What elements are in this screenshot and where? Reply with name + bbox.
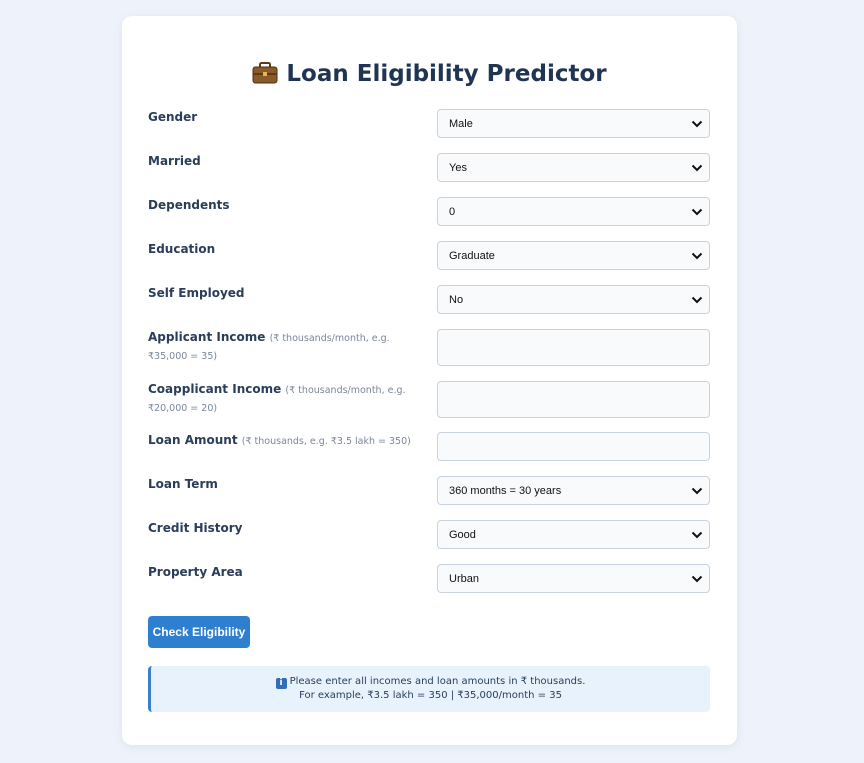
coapplicant-income-input[interactable]: [437, 381, 710, 418]
loan-term-value: 360 months = 30 years: [449, 485, 562, 497]
gender-select[interactable]: Male: [437, 109, 710, 138]
education-value: Graduate: [449, 250, 495, 262]
check-eligibility-button[interactable]: Check Eligibility: [148, 616, 250, 648]
dependents-label: Dependents: [148, 198, 230, 212]
self-employed-value: No: [449, 294, 464, 306]
page-title-text: Loan Eligibility Predictor: [286, 61, 607, 87]
info-line-2: For example, ₹3.5 lakh = 350 | ₹35,000/m…: [299, 690, 562, 701]
info-line-1-text: Please enter all incomes and loan amount…: [289, 676, 586, 687]
briefcase-icon: [252, 62, 278, 84]
credit-history-label: Credit History: [148, 521, 243, 535]
dependents-value: 0: [449, 206, 456, 218]
self-employed-label: Self Employed: [148, 286, 245, 300]
loan-term-label: Loan Term: [148, 477, 218, 491]
chevron-down-icon: [691, 575, 703, 583]
education-label: Education: [148, 242, 216, 256]
page-title: Loan Eligibility Predictor: [122, 59, 737, 89]
info-line-1: i Please enter all incomes and loan amoun…: [151, 675, 710, 689]
education-select[interactable]: Graduate: [437, 241, 710, 270]
chevron-down-icon: [691, 296, 703, 304]
property-area-select[interactable]: Urban: [437, 564, 710, 593]
applicant-income-label: Applicant Income (₹ thousands/month, e.g…: [148, 329, 426, 365]
chevron-down-icon: [691, 208, 703, 216]
credit-history-value: Good: [449, 529, 476, 541]
loan-amount-hint: (₹ thousands, e.g. ₹3.5 lakh = 350): [241, 436, 411, 447]
dependents-select[interactable]: 0: [437, 197, 710, 226]
married-label: Married: [148, 154, 201, 168]
property-area-label: Property Area: [148, 565, 243, 579]
applicant-income-label-text: Applicant Income: [148, 330, 266, 344]
chevron-down-icon: [691, 487, 703, 495]
married-select[interactable]: Yes: [437, 153, 710, 182]
chevron-down-icon: [691, 164, 703, 172]
form-card: Loan Eligibility Predictor Gender Male M…: [122, 16, 737, 745]
loan-amount-label: Loan Amount (₹ thousands, e.g. ₹3.5 lakh…: [148, 432, 426, 450]
loan-term-select[interactable]: 360 months = 30 years: [437, 476, 710, 505]
info-box: i Please enter all incomes and loan amoun…: [148, 666, 710, 712]
property-area-value: Urban: [449, 573, 479, 585]
married-value: Yes: [449, 162, 467, 174]
gender-label: Gender: [148, 110, 198, 124]
chevron-down-icon: [691, 531, 703, 539]
chevron-down-icon: [691, 252, 703, 260]
coapplicant-income-label: Coapplicant Income (₹ thousands/month, e…: [148, 381, 426, 417]
gender-value: Male: [449, 118, 473, 130]
credit-history-select[interactable]: Good: [437, 520, 710, 549]
loan-amount-input[interactable]: [437, 432, 710, 461]
coapplicant-income-label-text: Coapplicant Income: [148, 382, 282, 396]
applicant-income-input[interactable]: [437, 329, 710, 366]
loan-amount-label-text: Loan Amount: [148, 433, 238, 447]
chevron-down-icon: [691, 120, 703, 128]
info-icon: i: [275, 678, 287, 689]
self-employed-select[interactable]: No: [437, 285, 710, 314]
